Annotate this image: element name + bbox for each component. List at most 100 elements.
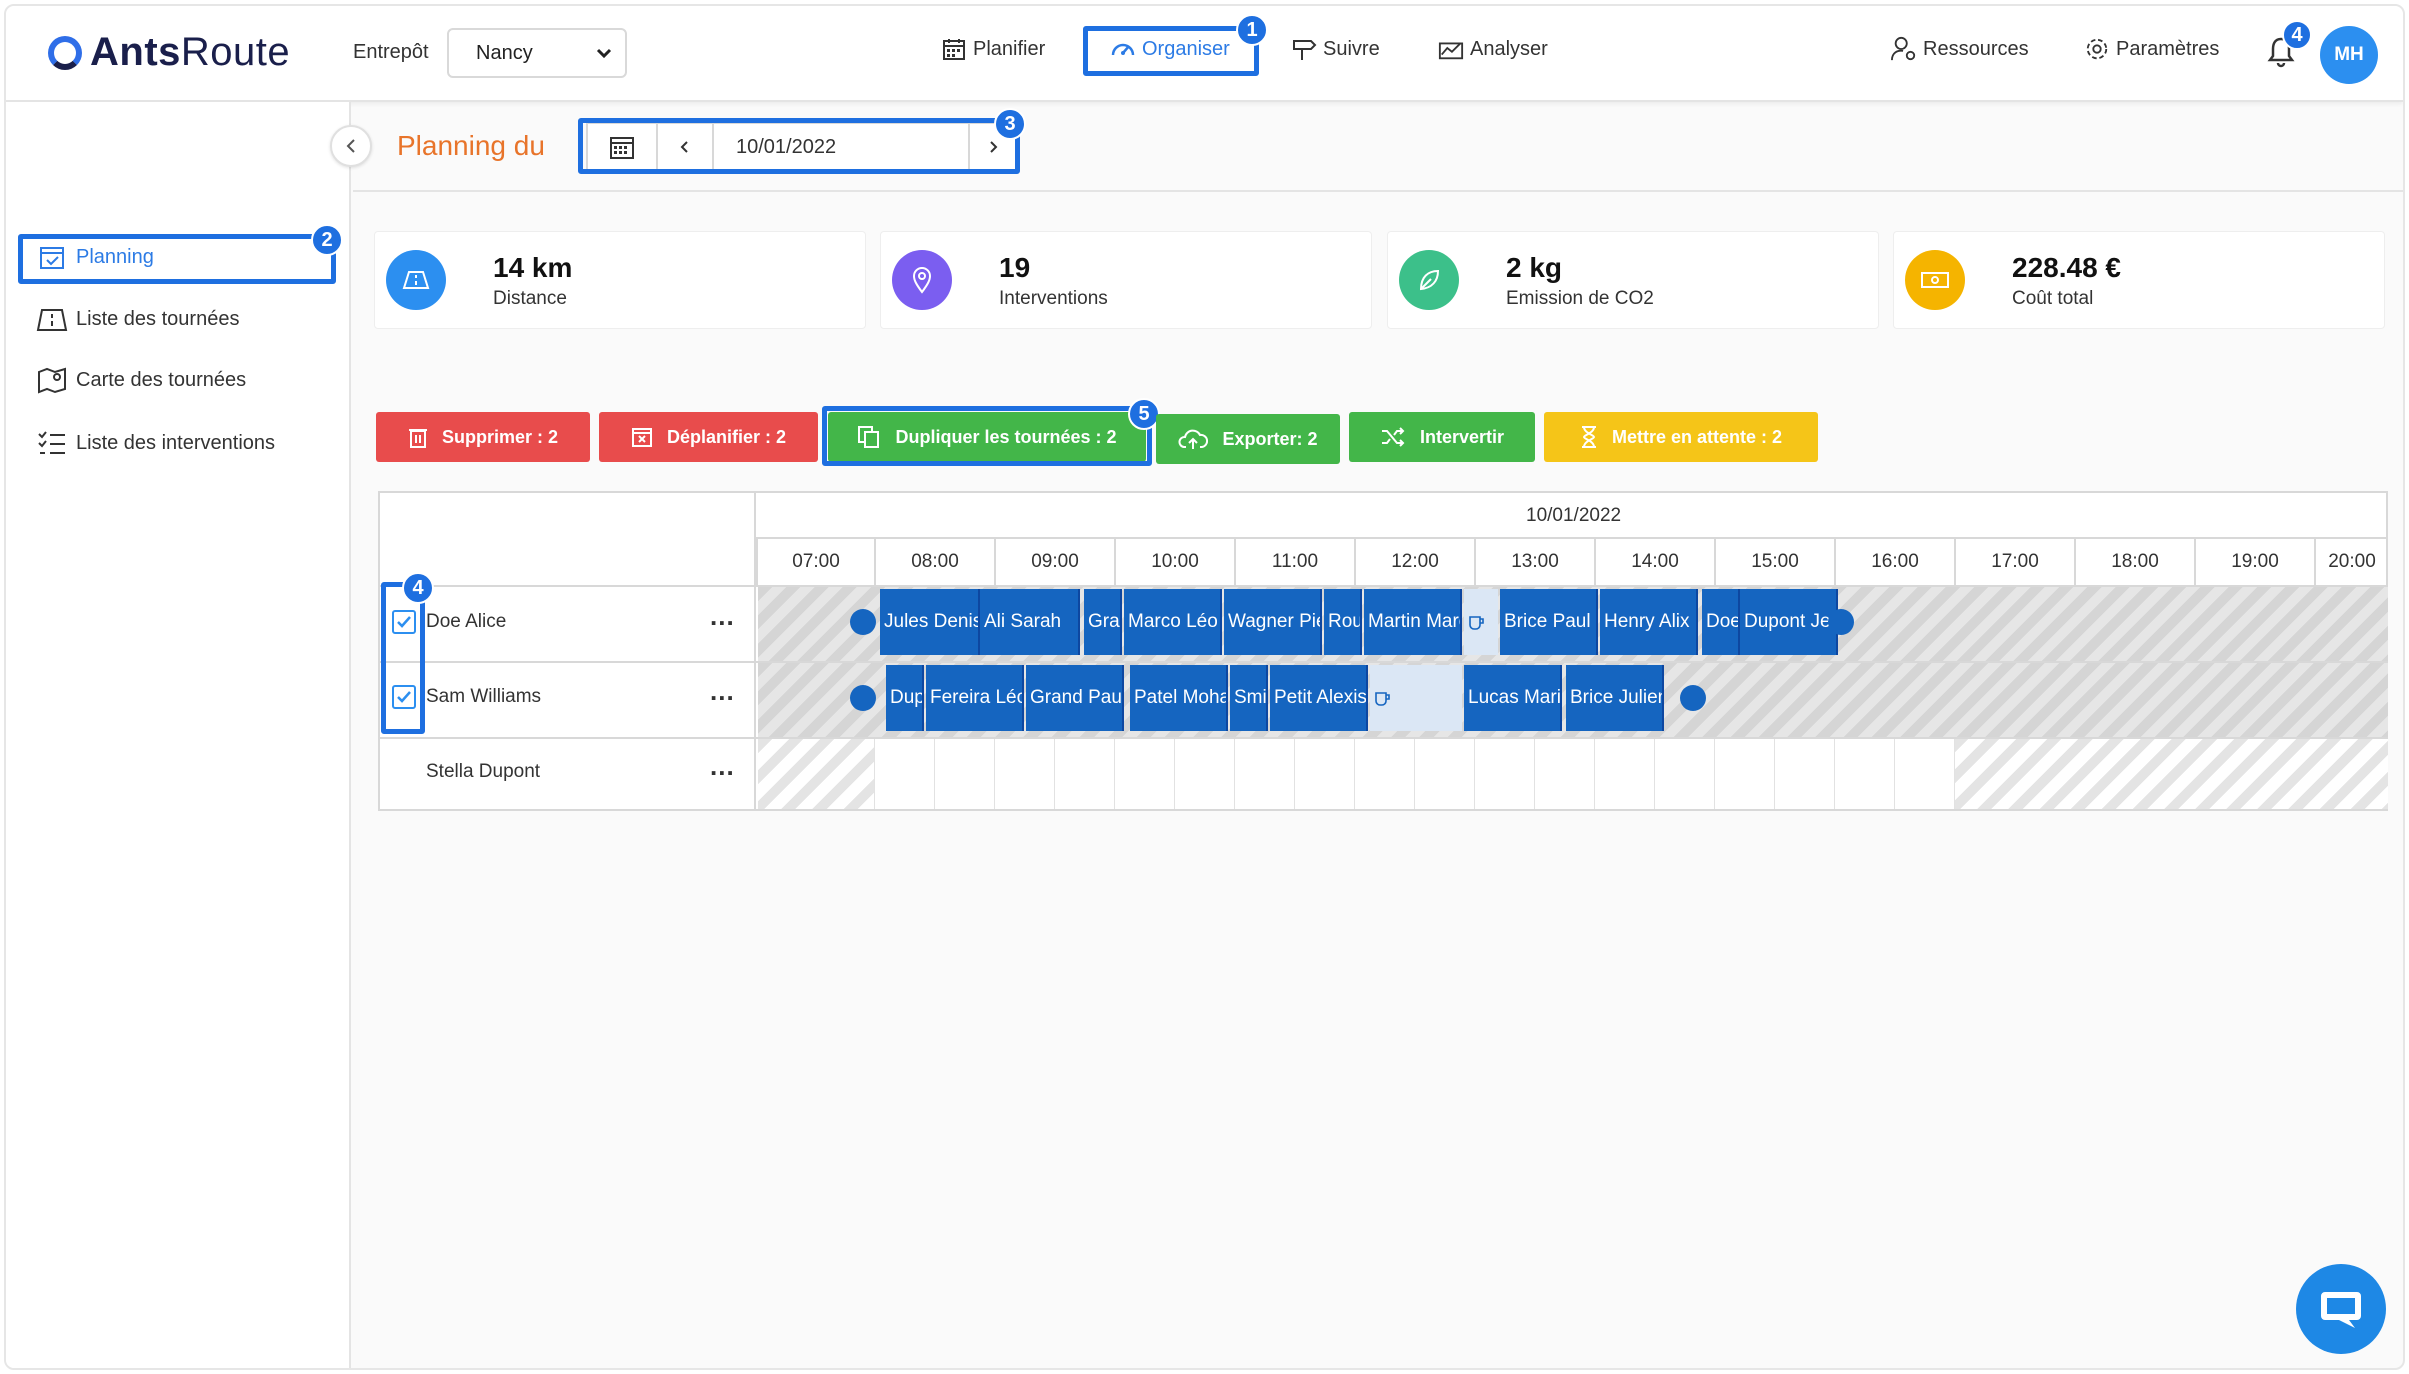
tour-start-marker[interactable] xyxy=(850,609,876,635)
chat-support-button[interactable] xyxy=(2296,1264,2386,1354)
intervention-block[interactable]: Grand Paul xyxy=(1026,665,1124,731)
tour-start-marker[interactable] xyxy=(850,685,876,711)
list-check-icon xyxy=(36,428,68,458)
export-button[interactable]: Exporter: 2 xyxy=(1156,414,1340,464)
intervention-block[interactable]: Lucas Marie xyxy=(1464,665,1562,731)
cloud-upload-icon xyxy=(1178,427,1209,451)
highlight-row-checkboxes xyxy=(381,582,425,734)
track-stella-dupont xyxy=(758,739,2388,809)
intervention-block[interactable]: Martin Marc xyxy=(1364,589,1462,655)
user-avatar[interactable]: MH xyxy=(2320,26,2378,84)
nav-ressources-label: Ressources xyxy=(1923,37,2029,60)
hour-tick: 18:00 xyxy=(2074,539,2194,585)
sidebar-item-liste-interventions-label: Liste des interventions xyxy=(76,431,276,454)
grid-line xyxy=(1354,739,1355,809)
delete-button[interactable]: Supprimer : 2 xyxy=(376,412,590,462)
break-block[interactable] xyxy=(1370,665,1462,731)
intervention-block[interactable]: Henry Alix xyxy=(1600,589,1698,655)
intervention-block[interactable]: Smith xyxy=(1230,665,1268,731)
kpi-card-cost: 228.48 € Coût total xyxy=(1893,231,2385,329)
nav-parametres[interactable]: Paramètres xyxy=(2084,36,2219,62)
hour-tick: 09:00 xyxy=(994,539,1114,585)
grid-line xyxy=(1234,739,1235,809)
hour-tick: 14:00 xyxy=(1594,539,1714,585)
grid-line xyxy=(1054,739,1055,809)
depot-select[interactable]: Nancy xyxy=(447,28,627,78)
grid-line xyxy=(1114,739,1115,809)
unschedule-button[interactable]: Déplanifier : 2 xyxy=(599,412,818,462)
grid-line xyxy=(1834,739,1835,809)
tour-end-marker[interactable] xyxy=(1680,685,1706,711)
intervention-block[interactable]: Patel Mohan xyxy=(1130,665,1228,731)
put-on-hold-button-label: Mettre en attente : 2 xyxy=(1611,426,1783,447)
kpi-co2-label: Emission de CO2 xyxy=(1506,288,1654,309)
intervention-block[interactable]: Grand xyxy=(1084,589,1122,655)
chevron-down-icon xyxy=(595,44,613,67)
highlight-date-picker xyxy=(578,118,1020,174)
nav-suivre[interactable]: Suivre xyxy=(1291,36,1380,62)
track-doe-alice: Jules Denis Ali Sarah Grand Marco Léo Wa… xyxy=(758,587,2388,661)
unavailable-period xyxy=(758,739,874,809)
row-menu-button[interactable]: ... xyxy=(710,751,735,782)
intervention-block[interactable]: Dupont Jean xyxy=(1740,589,1838,655)
sidebar-item-liste-tournees-label: Liste des tournées xyxy=(76,307,240,330)
antsroute-logo[interactable]: AntsRoute xyxy=(48,30,290,75)
kpi-cost-label: Coût total xyxy=(2012,288,2094,309)
intervention-block[interactable]: Fereira Léo xyxy=(926,665,1024,731)
intervention-block[interactable]: Roux xyxy=(1324,589,1362,655)
hour-tick: 19:00 xyxy=(2194,539,2314,585)
sidebar: Planning Liste des tournées Carte des to… xyxy=(6,102,351,1368)
put-on-hold-button[interactable]: Mettre en attente : 2 xyxy=(1544,412,1818,462)
intervention-block[interactable]: Brice Julien xyxy=(1566,665,1664,731)
nav-analyser-label: Analyser xyxy=(1470,37,1548,60)
row-name-doe-alice: Doe Alice xyxy=(426,611,507,632)
nav-parametres-label: Paramètres xyxy=(2116,37,2220,60)
map-fold-icon xyxy=(36,304,68,334)
nav-analyser[interactable]: Analyser xyxy=(1438,36,1548,62)
tour-end-marker[interactable] xyxy=(1828,609,1854,635)
break-block[interactable] xyxy=(1464,589,1498,655)
hour-tick: 15:00 xyxy=(1714,539,1834,585)
top-navigation-bar: AntsRoute Entrepôt Nancy Planifier Organ… xyxy=(6,6,2403,102)
swap-button[interactable]: Intervertir xyxy=(1349,412,1535,462)
intervention-block[interactable]: Petit Alexis xyxy=(1270,665,1368,731)
intervention-block[interactable]: Jules Denis xyxy=(880,589,980,655)
logo-mark-icon xyxy=(48,35,82,70)
grid-line xyxy=(1294,739,1295,809)
hour-tick: 07:00 xyxy=(756,539,874,585)
kpi-interventions-value: 19 xyxy=(999,252,1031,283)
map-pin-icon xyxy=(36,365,68,395)
kpi-card-interventions: 19 Interventions xyxy=(880,231,1372,329)
intervention-block[interactable]: Brice Paul xyxy=(1500,589,1598,655)
sidebar-item-liste-tournees[interactable]: Liste des tournées xyxy=(36,304,239,334)
sidebar-item-carte-tournees[interactable]: Carte des tournées xyxy=(36,365,246,395)
shuffle-icon xyxy=(1380,426,1406,448)
intervention-block[interactable]: Wagner Pierre xyxy=(1224,589,1322,655)
gantt-date: 10/01/2022 xyxy=(1526,505,1622,526)
kpi-distance-value: 14 km xyxy=(493,252,573,283)
planning-gantt: 10/01/2022 07:00 08:00 09:00 10:00 11:00… xyxy=(378,491,2388,811)
hour-tick: 17:00 xyxy=(1954,539,2074,585)
annotation-badge-1: 1 xyxy=(1236,14,1268,46)
hour-tick: 08:00 xyxy=(874,539,994,585)
chart-icon xyxy=(1438,36,1464,62)
sidebar-item-liste-interventions[interactable]: Liste des interventions xyxy=(36,428,275,458)
grid-line xyxy=(1894,739,1895,809)
row-menu-button[interactable]: ... xyxy=(710,601,735,632)
grid-line xyxy=(1654,739,1655,809)
nav-planifier[interactable]: Planifier xyxy=(941,36,1045,62)
delete-button-label: Supprimer : 2 xyxy=(441,426,559,447)
grid-line xyxy=(1534,739,1535,809)
banknote-icon xyxy=(1905,250,1965,310)
row-menu-button[interactable]: ... xyxy=(710,676,735,707)
nav-ressources[interactable]: Ressources xyxy=(1891,36,2029,62)
app-window: AntsRoute Entrepôt Nancy Planifier Organ… xyxy=(4,4,2405,1370)
highlight-duplicate-button xyxy=(822,406,1152,466)
leaf-icon xyxy=(1399,250,1459,310)
intervention-block[interactable]: Dupuis xyxy=(886,665,924,731)
intervention-block[interactable]: Doe xyxy=(1702,589,1740,655)
collapse-sidebar-button[interactable] xyxy=(330,125,372,167)
intervention-block[interactable]: Marco Léo xyxy=(1124,589,1222,655)
intervention-block[interactable]: Ali Sarah xyxy=(980,589,1080,655)
road-icon xyxy=(386,250,446,310)
